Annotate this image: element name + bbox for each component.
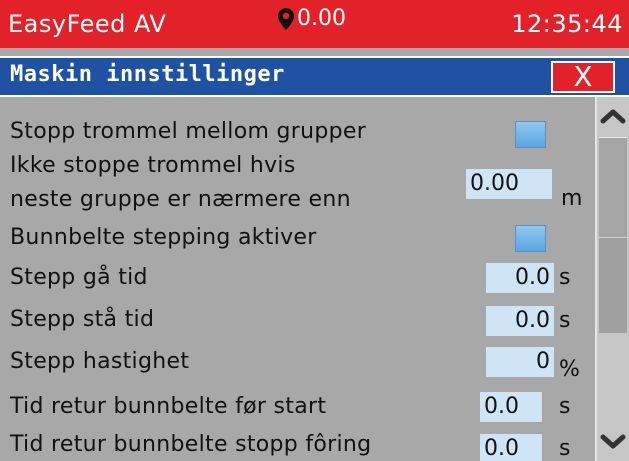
step-speed-unit: % xyxy=(559,357,580,382)
setting-label-step-speed: Stepp hastighet xyxy=(10,349,190,374)
setting-label-return-stop-feeding: Tid retur bunnbelte stopp fôring xyxy=(10,432,372,457)
min-distance-input[interactable]: 0.00 xyxy=(466,169,552,199)
return-before-start-input[interactable]: 0.0 xyxy=(480,392,542,422)
window-title-bar: Maskin innstillinger X xyxy=(0,56,629,97)
location-value: 0.00 xyxy=(297,6,346,31)
setting-label-no-stop-line1: Ikke stoppe trommel hvis xyxy=(10,153,296,178)
return-stop-feeding-unit: s xyxy=(559,436,571,461)
step-speed-input[interactable]: 0 xyxy=(486,347,554,377)
scrollbar-thumb[interactable] xyxy=(599,237,627,333)
map-pin-icon xyxy=(278,7,294,30)
vertical-scrollbar[interactable] xyxy=(595,97,629,461)
location-indicator: 0.00 xyxy=(277,6,346,31)
scrollbar-track-upper xyxy=(599,137,627,239)
close-button[interactable]: X xyxy=(551,61,615,93)
setting-label-no-stop-line2: neste gruppe er nærmere enn xyxy=(10,187,351,212)
setting-label-return-before-start: Tid retur bunnbelte før start xyxy=(10,394,327,419)
setting-label-step-go-time: Stepp gå tid xyxy=(10,265,148,290)
step-go-time-input[interactable]: 0.0 xyxy=(486,263,554,293)
window-title: Maskin innstillinger xyxy=(10,62,285,87)
min-distance-unit: m xyxy=(561,186,583,211)
step-stand-time-unit: s xyxy=(559,308,571,333)
belt-stepping-checkbox[interactable] xyxy=(515,225,546,252)
setting-label-step-stand-time: Stepp stå tid xyxy=(10,307,155,332)
chevron-up-icon[interactable] xyxy=(597,103,629,131)
app-name: EasyFeed AV xyxy=(8,10,167,38)
clock: 12:35:44 xyxy=(511,10,623,38)
setting-label-belt-stepping: Bunnbelte stepping aktiver xyxy=(10,225,317,250)
close-icon: X xyxy=(573,60,593,93)
stop-drum-checkbox[interactable] xyxy=(515,121,546,148)
chevron-down-icon[interactable] xyxy=(597,427,629,455)
return-before-start-unit: s xyxy=(559,394,571,419)
status-bar: EasyFeed AV 0.00 12:35:44 xyxy=(0,0,629,48)
machine-settings-screen: EasyFeed AV 0.00 12:35:44 Maskin innstil… xyxy=(0,0,629,461)
step-go-time-unit: s xyxy=(559,265,571,290)
settings-list: Stopp trommel mellom grupper Ikke stoppe… xyxy=(0,97,595,461)
step-stand-time-input[interactable]: 0.0 xyxy=(486,306,554,336)
return-stop-feeding-input[interactable]: 0.0 xyxy=(480,434,542,461)
setting-label-stop-drum: Stopp trommel mellom grupper xyxy=(10,119,367,144)
